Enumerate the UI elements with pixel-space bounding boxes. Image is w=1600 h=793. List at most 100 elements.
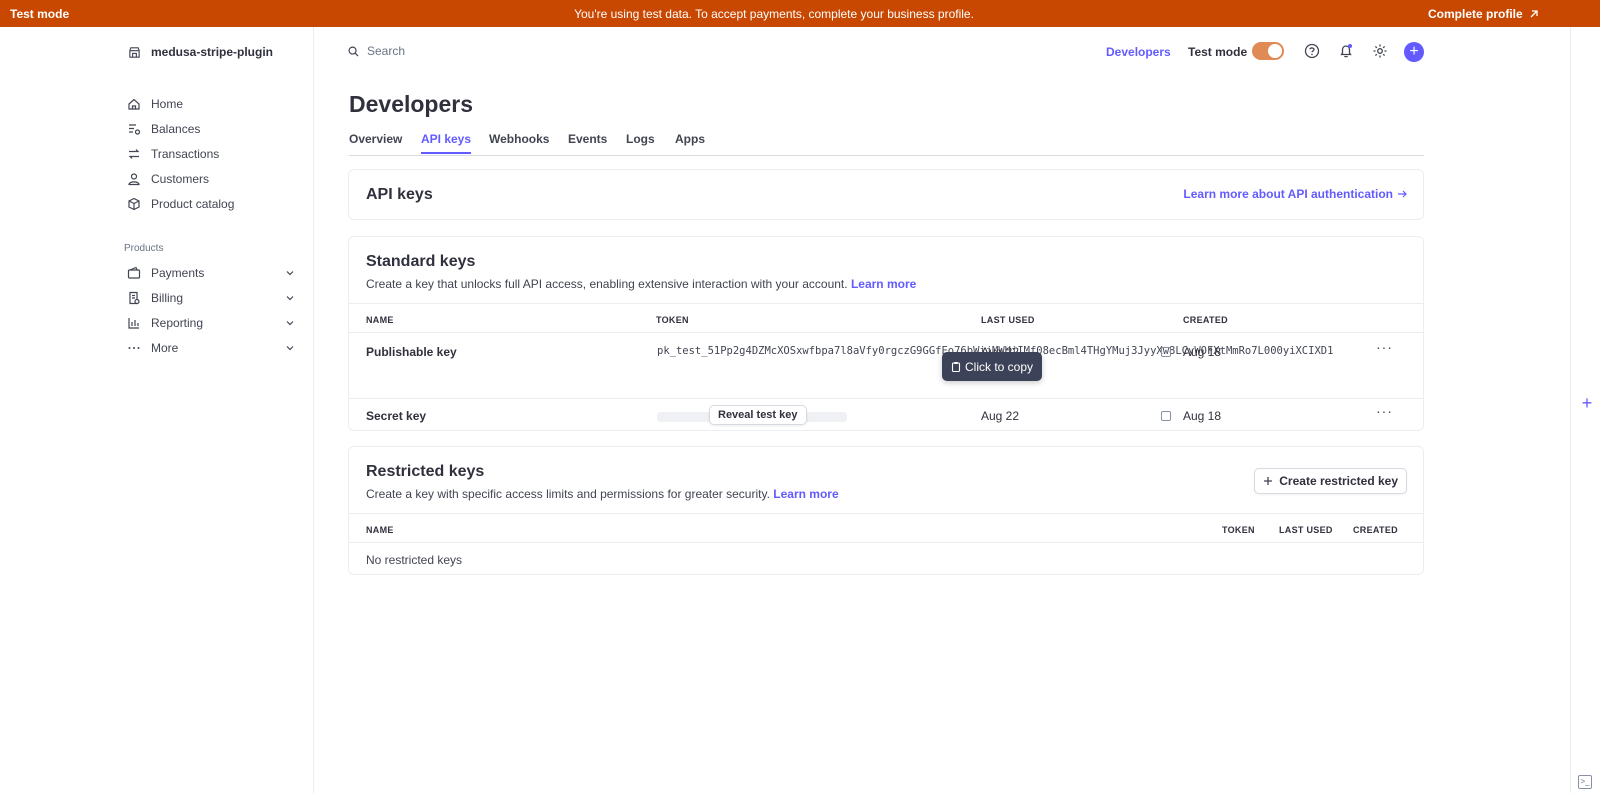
test-mode-label: Test mode: [1188, 45, 1248, 59]
click-to-copy-tooltip: Click to copy: [942, 352, 1042, 381]
sidebar-item-balances[interactable]: Balances: [127, 122, 295, 136]
test-mode-banner: Test mode You're using test data. To acc…: [0, 0, 1600, 27]
top-right-controls: Developers Test mode: [1106, 40, 1387, 64]
sidebar-item-reporting[interactable]: Reporting: [127, 316, 295, 330]
publishable-key-token[interactable]: pk_test_51Pp2g4DZMcXOSxwfbpa7l8aVfy0rgcz…: [657, 343, 1333, 360]
arrow-right-icon: [1398, 190, 1407, 198]
sidebar-item-label: Payments: [151, 266, 205, 280]
payments-icon: [127, 266, 141, 279]
column-header-token: TOKEN: [1222, 525, 1255, 535]
create-restricted-key-button[interactable]: Create restricted key: [1254, 468, 1407, 494]
complete-profile-link[interactable]: Complete profile: [1428, 7, 1539, 21]
restricted-keys-description: Create a key with specific access limits…: [366, 487, 839, 501]
tab-api-keys[interactable]: API keys: [421, 132, 472, 154]
sidebar-item-billing[interactable]: Billing: [127, 291, 295, 305]
standard-keys-card: Standard keys Create a key that unlocks …: [348, 236, 1424, 431]
info-icon[interactable]: [1161, 347, 1171, 357]
restricted-keys-learn-more-link[interactable]: Learn more: [773, 487, 838, 501]
sidebar-item-transactions[interactable]: Transactions: [127, 147, 295, 161]
search-icon: [348, 46, 359, 57]
secret-key-created: Aug 18: [1183, 409, 1222, 423]
sidebar-item-product-catalog[interactable]: Product catalog: [127, 197, 295, 211]
tab-logs[interactable]: Logs: [626, 132, 655, 146]
tab-events[interactable]: Events: [568, 132, 607, 146]
reveal-test-key-button[interactable]: Reveal test key: [709, 405, 807, 425]
plus-icon: +: [1409, 43, 1419, 60]
store-icon: [129, 46, 140, 58]
billing-icon: [129, 291, 140, 305]
tab-overview[interactable]: Overview: [349, 132, 402, 146]
sidebar-item-home[interactable]: Home: [127, 97, 295, 111]
reporting-icon: [128, 318, 139, 329]
account-name: medusa-stripe-plugin: [151, 45, 274, 59]
clipboard-icon: [951, 362, 961, 372]
test-mode-toggle[interactable]: [1252, 42, 1284, 60]
restricted-keys-header-row: NAME TOKEN LAST USED CREATED: [349, 513, 1423, 543]
sidebar-item-label: Reporting: [151, 316, 204, 330]
help-icon[interactable]: [1303, 42, 1321, 60]
learn-more-api-auth-label: Learn more about API authentication: [1183, 187, 1393, 201]
chevron-down-icon: [286, 346, 294, 351]
customers-icon: [128, 173, 140, 186]
developer-tabs: Overview API keys Webhooks Events Logs A…: [349, 130, 1424, 156]
row-actions-more-button[interactable]: ···: [1376, 403, 1393, 419]
sidebar-item-payments[interactable]: Payments: [127, 266, 295, 280]
api-keys-title: API keys: [366, 186, 433, 203]
sidebar-item-customers[interactable]: Customers: [127, 172, 295, 186]
info-icon[interactable]: [1161, 411, 1171, 421]
publishable-key-name: Publishable key: [366, 345, 457, 359]
terminal-icon[interactable]: >_: [1578, 775, 1592, 789]
tab-apps[interactable]: Apps: [675, 132, 705, 146]
sidebar-item-label: Transactions: [151, 147, 220, 161]
column-header-name: NAME: [366, 315, 394, 325]
restricted-keys-title: Restricted keys: [366, 463, 485, 480]
create-new-button[interactable]: +: [1404, 42, 1424, 62]
more-dots-icon: [128, 347, 140, 349]
column-header-token: TOKEN: [656, 315, 689, 325]
notifications-bell-icon[interactable]: [1337, 42, 1355, 60]
search-placeholder: Search: [367, 44, 406, 58]
developers-link[interactable]: Developers: [1106, 45, 1171, 59]
table-row: Secret key Reveal test key Aug 22 Aug 18…: [349, 400, 1423, 430]
standard-keys-description: Create a key that unlocks full API acces…: [366, 277, 916, 291]
standard-keys-desc-text: Create a key that unlocks full API acces…: [366, 277, 848, 291]
standard-keys-header-row: NAME TOKEN LAST USED CREATED: [349, 303, 1423, 333]
restricted-keys-desc-text: Create a key with specific access limits…: [366, 487, 770, 501]
standard-keys-learn-more-link[interactable]: Learn more: [851, 277, 916, 291]
no-restricted-keys-message: No restricted keys: [366, 553, 463, 567]
search-input[interactable]: Search: [348, 44, 405, 58]
column-header-name: NAME: [366, 525, 394, 535]
balances-icon: [129, 124, 141, 135]
api-keys-card: API keys Learn more about API authentica…: [348, 169, 1424, 220]
complete-profile-label: Complete profile: [1428, 6, 1523, 21]
products-section-label: Products: [124, 243, 164, 254]
tooltip-text: Click to copy: [964, 359, 1034, 374]
chevron-down-icon: [286, 321, 294, 326]
gear-icon[interactable]: [1371, 42, 1389, 60]
sidebar-item-label: Customers: [151, 172, 210, 186]
account-switcher[interactable]: medusa-stripe-plugin: [128, 45, 273, 59]
column-header-created: CREATED: [1183, 315, 1228, 325]
transactions-icon: [128, 149, 140, 159]
chevron-down-icon: [286, 296, 294, 301]
sidebar-item-label: Product catalog: [151, 197, 235, 211]
table-row: Publishable key pk_test_51Pp2g4DZMcXOSxw…: [349, 333, 1423, 399]
column-header-last-used: LAST USED: [1279, 525, 1333, 535]
learn-more-api-auth-link[interactable]: Learn more about API authentication: [1183, 187, 1407, 201]
sidebar-item-more[interactable]: More: [127, 341, 295, 355]
sidebar-item-label: Balances: [151, 122, 201, 136]
tab-webhooks[interactable]: Webhooks: [489, 132, 549, 146]
secret-key-name: Secret key: [366, 409, 427, 423]
banner-message: You're using test data. To accept paymen…: [574, 6, 974, 21]
row-actions-more-button[interactable]: ···: [1376, 339, 1393, 355]
page-title: Developers: [349, 91, 474, 117]
sidebar-item-label: More: [151, 341, 179, 355]
rail-add-icon[interactable]: +: [1578, 394, 1596, 412]
publishable-key-created: Aug 18: [1183, 345, 1222, 359]
arrow-up-right-icon: [1530, 9, 1538, 17]
plus-icon: [1264, 477, 1273, 485]
column-header-created: CREATED: [1353, 525, 1398, 535]
chevron-down-icon: [286, 271, 294, 276]
sidebar: medusa-stripe-plugin Home Balances Trans…: [0, 27, 314, 793]
column-header-last-used: LAST USED: [981, 315, 1035, 325]
